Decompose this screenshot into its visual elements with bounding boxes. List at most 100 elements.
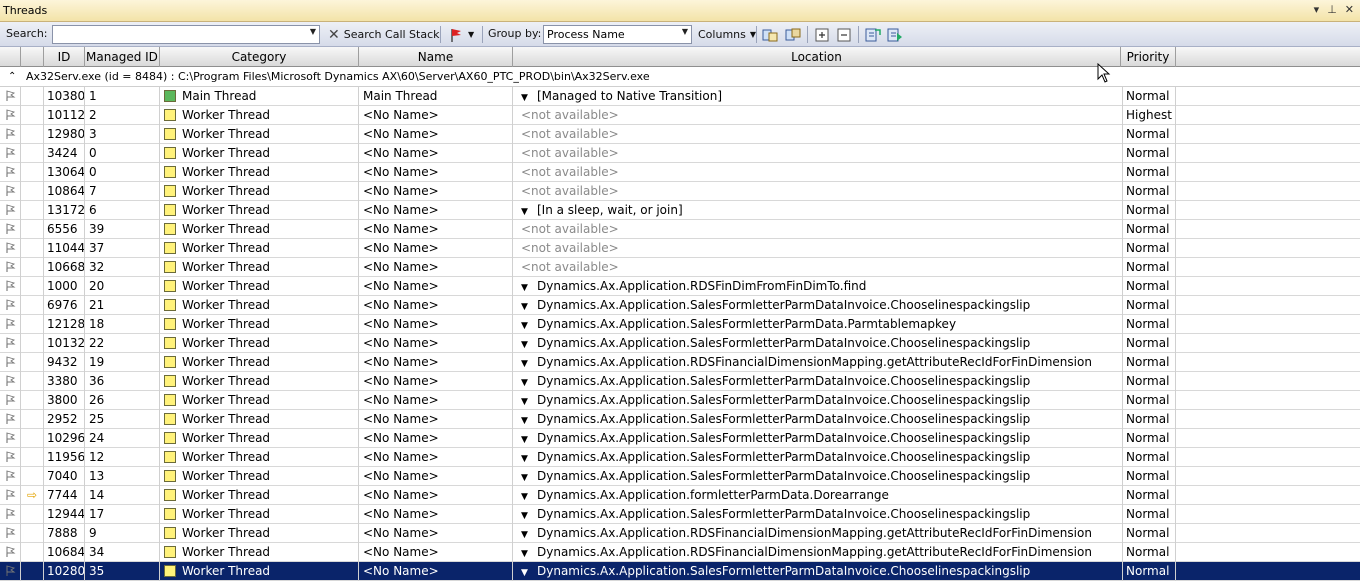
pin-icon[interactable]: ⊥ [1327, 3, 1337, 16]
flag-icon[interactable] [0, 562, 21, 581]
chevron-down-icon[interactable]: ▼ [682, 27, 688, 36]
flag-icon[interactable] [0, 334, 21, 353]
location-cell[interactable]: ▼ Dynamics.Ax.Application.RDSFinancialDim… [513, 543, 1123, 562]
flag-icon[interactable] [0, 87, 21, 106]
thread-row[interactable]: 12980 3 Worker Thread <No Name> <not availab… [0, 125, 1360, 144]
thread-row[interactable]: 11956 12 Worker Thread <No Name> ▼ Dynamics.A… [0, 448, 1360, 467]
chevron-down-icon[interactable]: ▼ [521, 507, 531, 524]
collapse-group-icon[interactable]: ⌃ [8, 67, 16, 86]
chevron-down-icon[interactable]: ▼ [521, 336, 531, 353]
flag-icon[interactable] [0, 467, 21, 486]
chevron-down-icon[interactable]: ▼ [521, 355, 531, 372]
group-by-select[interactable]: Process Name ▼ [543, 25, 692, 44]
thread-row[interactable]: 6976 21 Worker Thread <No Name> ▼ Dynamics.Ax… [0, 296, 1360, 315]
thread-row[interactable]: 10684 34 Worker Thread <No Name> ▼ Dynamics.A… [0, 543, 1360, 562]
flag-icon[interactable] [0, 277, 21, 296]
location-cell[interactable]: <not available> [513, 106, 1123, 125]
dropdown-arrow-icon[interactable]: ▾ [1314, 3, 1320, 16]
flag-icon[interactable] [0, 543, 21, 562]
search-input[interactable]: ▼ [52, 25, 320, 44]
columns-menu-button[interactable]: Columns ▼ [698, 25, 756, 44]
header-name[interactable]: Name [359, 47, 513, 67]
flag-icon[interactable] [0, 448, 21, 467]
chevron-down-icon[interactable]: ▼ [521, 526, 531, 543]
thread-row[interactable]: 2952 25 Worker Thread <No Name> ▼ Dynamics.Ax… [0, 410, 1360, 429]
location-cell[interactable]: ▼ Dynamics.Ax.Application.RDSFinancialDim… [513, 353, 1123, 372]
flag-icon[interactable] [0, 315, 21, 334]
flag-icon[interactable] [0, 353, 21, 372]
location-cell[interactable]: ▼ Dynamics.Ax.Application.SalesFormletter… [513, 429, 1123, 448]
thread-row[interactable]: 12128 18 Worker Thread <No Name> ▼ Dynamics.A… [0, 315, 1360, 334]
flag-menu-button[interactable]: ▼ [448, 25, 474, 44]
flag-icon[interactable] [0, 524, 21, 543]
flag-icon[interactable] [0, 201, 21, 220]
thread-row[interactable]: 3380 36 Worker Thread <No Name> ▼ Dynamics.Ax… [0, 372, 1360, 391]
chevron-down-icon[interactable]: ▼ [521, 450, 531, 467]
header-current[interactable] [21, 47, 44, 67]
header-flag[interactable] [0, 47, 21, 67]
thread-row[interactable]: 12944 17 Worker Thread <No Name> ▼ Dynamics.A… [0, 505, 1360, 524]
chevron-down-icon[interactable]: ▼ [521, 374, 531, 391]
chevron-down-icon[interactable]: ▼ [521, 203, 531, 220]
chevron-down-icon[interactable]: ▼ [521, 412, 531, 429]
location-cell[interactable]: ▼ Dynamics.Ax.Application.SalesFormletter… [513, 410, 1123, 429]
thread-row[interactable]: 10668 32 Worker Thread <No Name> <not availa… [0, 258, 1360, 277]
location-cell[interactable]: ▼ Dynamics.Ax.Application.SalesFormletter… [513, 315, 1123, 334]
flag-icon[interactable] [0, 429, 21, 448]
location-cell[interactable]: ▼ Dynamics.Ax.Application.RDSFinDimFromFi… [513, 277, 1123, 296]
thread-row[interactable]: 10280 35 Worker Thread <No Name> ▼ Dynamics.A… [0, 562, 1360, 581]
flag-icon[interactable] [0, 106, 21, 125]
thread-row[interactable]: 3800 26 Worker Thread <No Name> ▼ Dynamics.Ax… [0, 391, 1360, 410]
thaw-threads-button[interactable] [887, 25, 903, 44]
flag-icon[interactable] [0, 410, 21, 429]
location-cell[interactable]: ▼ Dynamics.Ax.Application.SalesFormletter… [513, 391, 1123, 410]
thread-row[interactable]: 1000 20 Worker Thread <No Name> ▼ Dynamics.Ax… [0, 277, 1360, 296]
expand-callstacks-button[interactable] [762, 25, 778, 44]
header-category[interactable]: Category [160, 47, 359, 67]
collapse-groups-button[interactable] [836, 25, 852, 44]
location-cell[interactable]: ▼ Dynamics.Ax.Application.SalesFormletter… [513, 467, 1123, 486]
location-cell[interactable]: ▼ Dynamics.Ax.Application.RDSFinancialDim… [513, 524, 1123, 543]
location-cell[interactable]: ▼ Dynamics.Ax.Application.formletterParmD… [513, 486, 1123, 505]
location-cell[interactable]: <not available> [513, 258, 1123, 277]
location-cell[interactable]: ▼ Dynamics.Ax.Application.SalesFormletter… [513, 334, 1123, 353]
flag-icon[interactable] [0, 486, 21, 505]
thread-row[interactable]: 6556 39 Worker Thread <No Name> <not availab… [0, 220, 1360, 239]
header-priority[interactable]: Priority [1121, 47, 1176, 67]
location-cell[interactable]: <not available> [513, 163, 1123, 182]
location-cell[interactable]: <not available> [513, 220, 1123, 239]
search-call-stack-button[interactable]: ✕ Search Call Stack [328, 25, 440, 44]
thread-row[interactable]: 7040 13 Worker Thread <No Name> ▼ Dynamics.Ax… [0, 467, 1360, 486]
close-icon[interactable]: ✕ [1345, 3, 1354, 16]
header-managed-id[interactable]: Managed ID [85, 47, 160, 67]
thread-row[interactable]: 13172 6 Worker Thread <No Name> ▼ [In a sleep… [0, 201, 1360, 220]
flag-icon[interactable] [0, 505, 21, 524]
flag-icon[interactable] [0, 220, 21, 239]
chevron-down-icon[interactable]: ▼ [521, 279, 531, 296]
thread-row[interactable]: 10864 7 Worker Thread <No Name> <not availab… [0, 182, 1360, 201]
chevron-down-icon[interactable]: ▼ [521, 564, 531, 581]
thread-row[interactable]: 3424 0 Worker Thread <No Name> <not availabl… [0, 144, 1360, 163]
flag-icon[interactable] [0, 239, 21, 258]
thread-row[interactable]: 10380 1 Main Thread Main Thread ▼ [Managed to… [0, 87, 1360, 106]
location-cell[interactable]: ▼ Dynamics.Ax.Application.SalesFormletter… [513, 448, 1123, 467]
thread-row[interactable]: 9432 19 Worker Thread <No Name> ▼ Dynamics.Ax… [0, 353, 1360, 372]
flag-icon[interactable] [0, 296, 21, 315]
process-group-row[interactable]: ⌃ Ax32Serv.exe (id = 8484) : C:\Program … [0, 67, 1360, 87]
header-id[interactable]: ID [44, 47, 85, 67]
location-cell[interactable]: ▼ Dynamics.Ax.Application.SalesFormletter… [513, 296, 1123, 315]
flag-icon[interactable] [0, 391, 21, 410]
chevron-down-icon[interactable]: ▼ [521, 298, 531, 315]
chevron-down-icon[interactable]: ▼ [521, 393, 531, 410]
chevron-down-icon[interactable]: ▼ [521, 488, 531, 505]
flag-icon[interactable] [0, 144, 21, 163]
thread-row[interactable]: 10296 24 Worker Thread <No Name> ▼ Dynamics.A… [0, 429, 1360, 448]
expand-groups-button[interactable] [814, 25, 830, 44]
chevron-down-icon[interactable]: ▼ [521, 469, 531, 486]
flag-icon[interactable] [0, 182, 21, 201]
thread-row[interactable]: ⇨ 7744 14 Worker Thread <No Name> ▼ Dynamics.A… [0, 486, 1360, 505]
header-location[interactable]: Location [513, 47, 1121, 67]
chevron-down-icon[interactable]: ▼ [310, 27, 316, 36]
flag-icon[interactable] [0, 258, 21, 277]
location-cell[interactable]: <not available> [513, 144, 1123, 163]
